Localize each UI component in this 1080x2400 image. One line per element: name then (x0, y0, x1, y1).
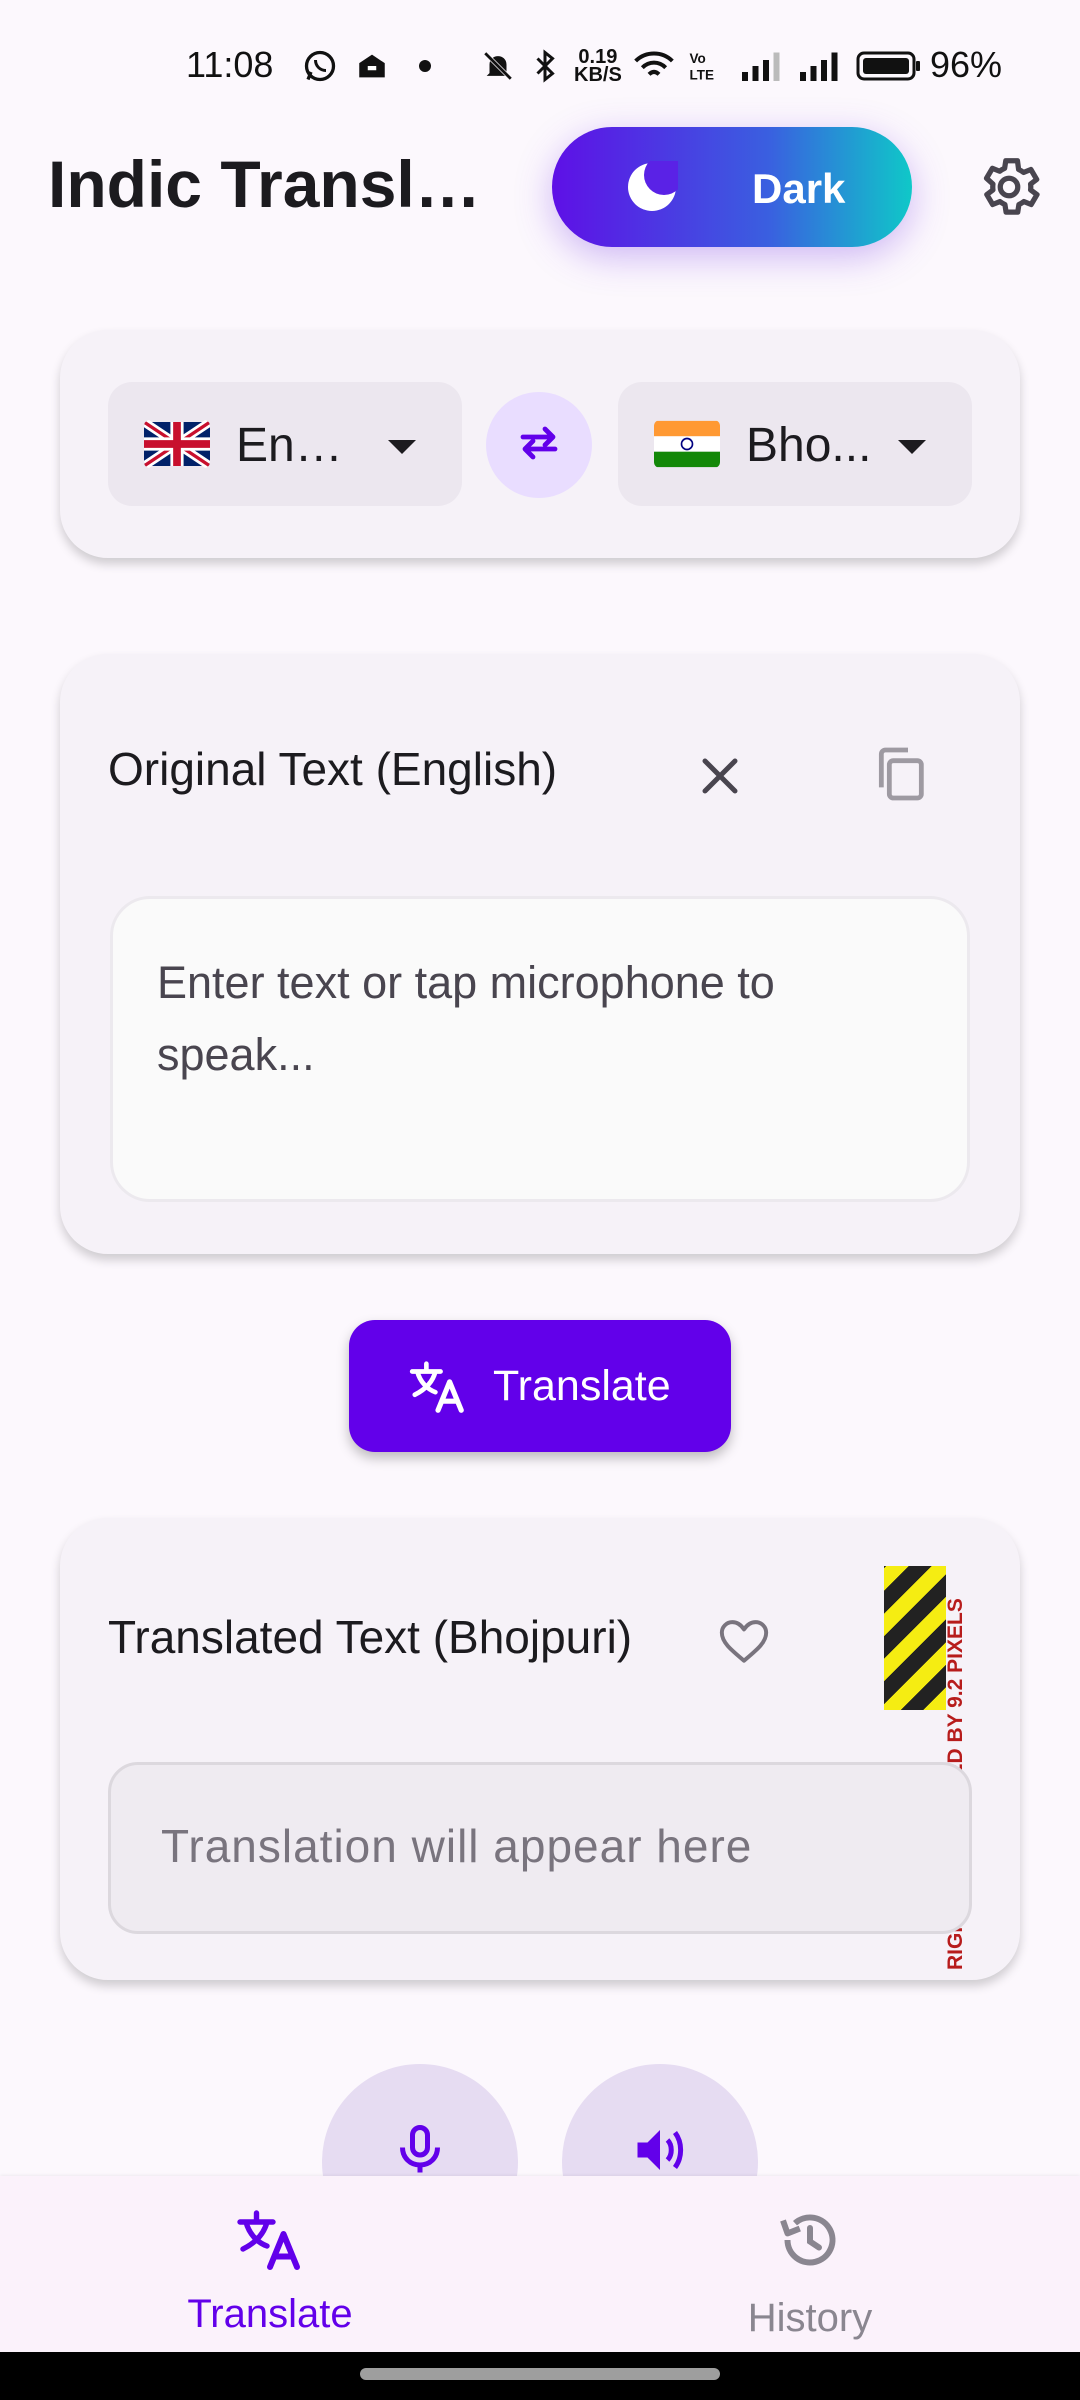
heart-icon (716, 1620, 772, 1674)
net-speed: 0.19 KB/S (574, 47, 622, 86)
gesture-handle[interactable] (360, 2368, 720, 2380)
favorite-button[interactable] (716, 1614, 772, 1670)
swap-languages-button[interactable] (486, 392, 592, 498)
source-language-dropdown[interactable]: Engl... (108, 382, 462, 506)
app-title: Indic Translat... (48, 147, 508, 221)
caret-down-icon (388, 440, 416, 454)
caret-down-icon (898, 440, 926, 454)
close-icon (690, 758, 750, 810)
settings-button[interactable] (974, 152, 1044, 222)
signal-2-icon (796, 46, 846, 86)
net-speed-unit: KB/S (574, 64, 622, 86)
translated-text-title: Translated Text (Bhojpuri) (108, 1611, 633, 1663)
nav-item-translate[interactable]: Translate (120, 2176, 420, 2352)
gesture-navigation-area (0, 2352, 1080, 2400)
language-selector-card: Engl... Bho... (60, 330, 1020, 558)
svg-text:Vo: Vo (690, 51, 706, 66)
volte-icon: Vo LTE (686, 46, 726, 86)
battery-icon (856, 46, 922, 86)
microphone-icon (400, 2125, 440, 2173)
copy-button[interactable] (868, 742, 932, 806)
target-language-name: Bho... (746, 419, 872, 472)
dark-mode-label: Dark (752, 165, 846, 212)
uk-flag-icon (144, 420, 210, 468)
original-text-card: Original Text (English) Enter text or ta… (60, 654, 1020, 1254)
svg-text:LTE: LTE (690, 68, 715, 83)
dot-icon (410, 46, 440, 86)
nav-item-history[interactable]: History (660, 2176, 960, 2352)
copy-icon (868, 747, 932, 810)
translated-text-card: Translated Text (Bhojpuri) RIGHT OVERFLO… (60, 1518, 1020, 1980)
battery-percent: 96% (930, 44, 1003, 85)
clear-button[interactable] (690, 746, 750, 806)
status-bar: 11:08 0.19 KB/S Vo LTE 96% (0, 0, 1080, 130)
bottom-navigation: Translate History (0, 2176, 1080, 2352)
whatsapp-icon (300, 46, 340, 86)
translate-button[interactable]: Translate (349, 1320, 731, 1452)
target-language-dropdown[interactable]: Bho... (618, 382, 972, 506)
signal-1-icon (738, 46, 788, 86)
dark-mode-toggle-button[interactable]: Dark (552, 127, 912, 247)
history-icon (774, 2204, 846, 2276)
original-text-title: Original Text (English) (108, 743, 558, 795)
translate-icon (234, 2204, 306, 2276)
original-text-input[interactable]: Enter text or tap microphone to speak... (110, 896, 970, 1202)
swap-arrows-icon (515, 419, 563, 472)
output-placeholder: Translation will appear here (161, 1820, 753, 1872)
moon-icon (626, 155, 684, 213)
status-time: 11:08 (186, 44, 274, 85)
india-flag-icon (654, 420, 720, 468)
nav-label-history: History (747, 2296, 873, 2340)
bluetooth-icon (530, 46, 560, 86)
mute-bell-icon (478, 46, 518, 86)
overflow-indicator-stripe (884, 1566, 946, 1710)
translated-text-output: Translation will appear here (108, 1762, 972, 1934)
gear-icon (974, 158, 1044, 226)
source-language-name: Engl... (236, 419, 366, 472)
speaker-icon (637, 2130, 684, 2170)
notification-app-icon (352, 46, 392, 86)
wifi-icon (632, 46, 676, 86)
translate-icon (407, 1356, 469, 1418)
translate-button-label: Translate (493, 1362, 671, 1410)
input-placeholder: Enter text or tap microphone to speak... (157, 957, 775, 1080)
nav-label-translate: Translate (187, 2292, 353, 2336)
